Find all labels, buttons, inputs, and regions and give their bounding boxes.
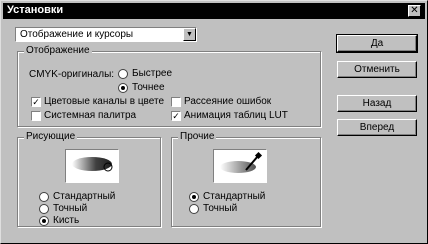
animate-lut-checkbox[interactable]: ✓ [171,111,181,121]
painting-cursors-label: Рисующие [24,131,78,143]
other-precise-radio[interactable] [189,204,199,214]
ok-button[interactable]: Да [336,34,418,53]
painting-standard-label[interactable]: Стандартный [53,191,115,202]
brush-stroke-icon [72,157,113,172]
brush-preview [65,149,119,183]
eyedropper-icon [220,151,263,173]
eyedropper-preview [213,149,267,183]
forward-button[interactable]: Вперед [337,119,417,136]
painting-brush-radio[interactable] [39,216,49,226]
other-standard-label[interactable]: Стандартный [203,191,265,202]
color-channels-checkbox[interactable]: ✓ [31,97,41,107]
close-button[interactable]: ✕ [408,5,421,17]
cmyk-label: CMYK-оригиналы: [29,69,115,80]
other-cursors-label: Прочие [178,131,217,143]
diffusion-dither-label[interactable]: Рассеяние ошибок [184,96,271,107]
window-title: Установки [7,4,64,16]
category-select[interactable]: Отображение и курсоры ▼ [15,27,197,42]
painting-brush-label[interactable]: Кисть [53,215,79,226]
other-precise-label[interactable]: Точный [203,203,237,214]
title-bar[interactable]: Установки ✕ [3,3,425,19]
cmyk-accurate-radio[interactable] [118,83,128,93]
color-channels-label[interactable]: Цветовые каналы в цвете [44,96,164,107]
system-palette-checkbox[interactable] [31,111,41,121]
category-select-value: Отображение и курсоры [20,29,134,40]
cmyk-accurate-label[interactable]: Точнее [132,82,165,93]
chevron-down-icon[interactable]: ▼ [183,28,196,41]
back-button[interactable]: Назад [337,95,417,112]
painting-precise-radio[interactable] [39,204,49,214]
display-group-label: Отображение [24,45,92,57]
cmyk-faster-label[interactable]: Быстрее [132,68,172,79]
system-palette-label[interactable]: Системная палитра [44,110,136,121]
animate-lut-label[interactable]: Анимация таблиц LUT [184,110,288,121]
painting-standard-radio[interactable] [39,192,49,202]
other-standard-radio[interactable] [189,192,199,202]
cancel-button[interactable]: Отменить [337,61,417,78]
diffusion-dither-checkbox[interactable] [171,97,181,107]
cmyk-faster-radio[interactable] [118,69,128,79]
painting-precise-label[interactable]: Точный [53,203,87,214]
preferences-dialog: Установки ✕ Отображение и курсоры ▼ Отоб… [0,0,428,244]
